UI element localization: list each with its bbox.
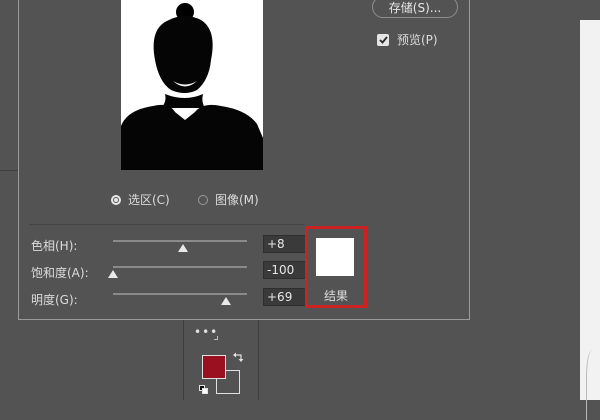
hue-value-input[interactable]: +8 — [263, 235, 307, 253]
saturation-label: 饱和度(A): — [31, 266, 89, 280]
preview-checkbox-row[interactable]: 预览(P) — [377, 31, 438, 48]
hue-slider-track[interactable] — [113, 240, 247, 242]
radio-image-dot[interactable] — [198, 194, 208, 205]
lightness-slider-thumb[interactable] — [220, 297, 231, 305]
hue-label: 色相(H): — [31, 239, 78, 253]
result-label: 结果 — [323, 289, 348, 303]
lightness-label: 明度(G): — [31, 293, 78, 307]
radio-selection[interactable]: 选区(C) — [111, 191, 170, 208]
radio-image[interactable]: 图像(M) — [198, 191, 259, 208]
saturation-slider-thumb[interactable] — [108, 270, 118, 278]
default-colors-icon[interactable] — [199, 385, 209, 395]
section-divider — [29, 224, 305, 225]
saturation-value-input[interactable]: -100 — [263, 261, 307, 279]
selection-preview — [121, 0, 263, 170]
save-button[interactable]: 存储(S)... — [372, 0, 458, 18]
radio-selection-label: 选区(C) — [128, 193, 170, 207]
toolbar-column: ••• — [183, 320, 259, 400]
check-icon — [378, 35, 388, 44]
result-color-swatch[interactable] — [316, 238, 354, 276]
swap-colors-icon[interactable] — [232, 351, 244, 363]
replace-color-dialog: 存储(S)... 预览(P) 选区(C) 图像(M) 色相(H): +8 饱和度… — [18, 0, 470, 320]
hue-slider-thumb[interactable] — [177, 244, 188, 252]
preview-label: 预览(P) — [397, 33, 438, 47]
result-highlight-box: 结果 — [305, 226, 367, 308]
lightness-value-input[interactable]: +69 — [263, 288, 307, 306]
background-divider — [0, 170, 20, 171]
radio-image-label: 图像(M) — [215, 193, 259, 207]
preview-checkbox[interactable] — [377, 33, 389, 46]
silhouette-image — [121, 0, 263, 170]
radio-selection-dot[interactable] — [111, 194, 121, 205]
lightness-slider-track[interactable] — [113, 293, 247, 295]
document-canvas-edge — [580, 20, 600, 420]
foreground-color-swatch[interactable] — [202, 355, 226, 379]
flyout-corner-icon — [214, 336, 218, 340]
saturation-slider-track[interactable] — [113, 266, 247, 268]
